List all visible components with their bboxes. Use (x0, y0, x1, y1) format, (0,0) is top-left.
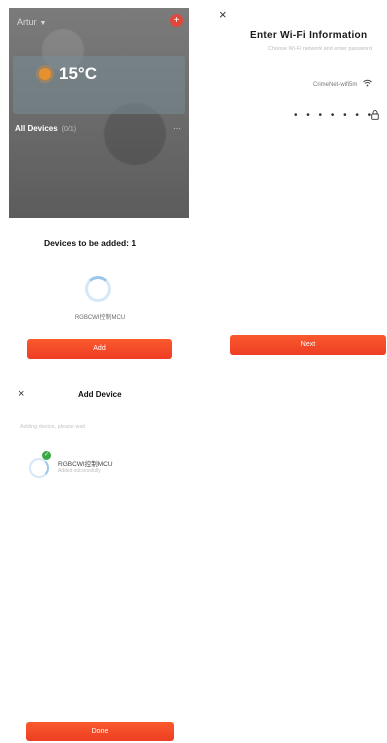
checkmark-icon: ✓ (42, 451, 51, 460)
wifi-ssid-field[interactable]: CrimeNet-wifi5m (313, 82, 357, 88)
pending-device-label: RGBCWI控制MCU (74, 315, 126, 321)
device-progress-ring-icon (29, 458, 49, 478)
add-device-icon[interactable]: + (170, 14, 183, 27)
close-icon[interactable]: × (18, 388, 24, 400)
added-device-name: RGBCWI控制MCU (58, 461, 113, 468)
added-device-status: Added successfully (58, 468, 101, 474)
close-icon[interactable]: × (219, 7, 227, 22)
home-screen-background: Artur ▼ + 15°C All Devices (0/1) ⋯ (9, 8, 189, 218)
add-device-hint: Adding device, please wait (20, 424, 86, 430)
wifi-icon-glyph (363, 79, 372, 87)
more-icon[interactable]: ⋯ (173, 124, 181, 133)
sun-icon (39, 68, 51, 80)
add-button[interactable]: Add (27, 339, 172, 359)
home-user-selector[interactable]: Artur ▼ (17, 17, 46, 27)
all-devices-count: (0/1) (61, 126, 77, 133)
all-devices-tab[interactable]: All Devices (0/1) (15, 124, 76, 133)
wifi-hint-text: Choose Wi-Fi network and enter password (268, 46, 372, 52)
home-user-name: Artur (17, 17, 37, 27)
temperature-value: 15°C (59, 64, 97, 83)
wifi-page-title: Enter Wi-Fi Information (250, 30, 368, 41)
loading-spinner-icon (85, 276, 111, 302)
all-devices-label: All Devices (15, 124, 58, 133)
lock-icon (371, 110, 379, 120)
wifi-password-field[interactable]: • • • • • • • (294, 110, 374, 121)
add-device-title: Add Device (78, 390, 122, 399)
devices-to-add-title: Devices to be added: 1 (43, 238, 137, 248)
weather-card (13, 56, 185, 114)
next-button[interactable]: Next (230, 335, 386, 355)
done-button[interactable]: Done (26, 722, 174, 741)
wifi-icon (363, 79, 372, 89)
chevron-down-icon: ▼ (39, 20, 47, 27)
